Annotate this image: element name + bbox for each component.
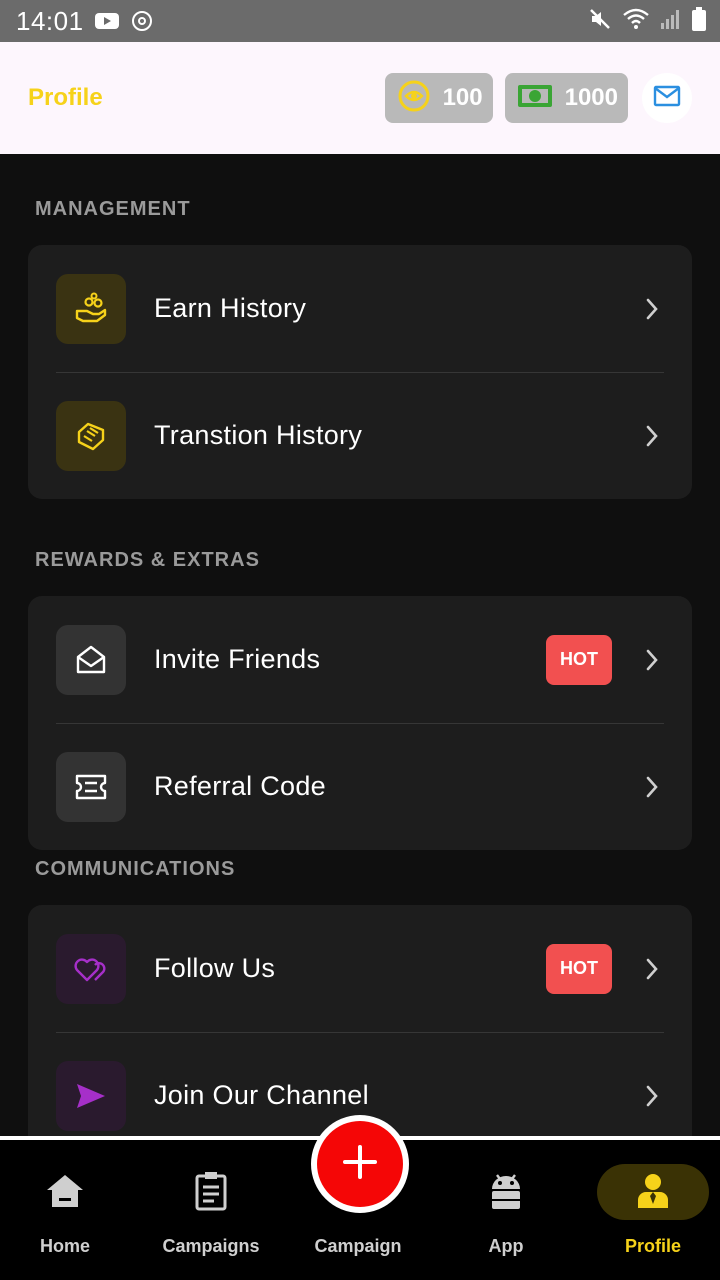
coins-chip[interactable]: 100 — [384, 73, 493, 123]
menu-item-label: Earn History — [154, 293, 307, 323]
nav-label: App — [488, 1236, 524, 1256]
page-title: Profile — [28, 84, 103, 111]
nav-profile[interactable]: Profile — [588, 1140, 718, 1280]
cash-chip[interactable]: 1000 — [504, 73, 628, 123]
nav-label: Campaigns — [162, 1236, 260, 1256]
sync-icon — [130, 9, 154, 33]
menu-item-label: Join Our Channel — [154, 1080, 369, 1110]
menu-item-referral-code[interactable]: Referral Code — [28, 723, 692, 850]
hot-badge: HOT — [546, 634, 612, 685]
coins-value: 100 — [442, 84, 483, 111]
section-title-communications: COMMUNICATIONS — [35, 858, 236, 880]
clipboard-icon — [194, 1168, 228, 1214]
plus-icon — [342, 1144, 378, 1185]
menu-item-transaction-history[interactable]: Transtion History — [28, 372, 692, 499]
menu-item-label: Invite Friends — [154, 644, 321, 674]
mail-icon — [653, 85, 681, 112]
ticket-icon — [56, 751, 126, 822]
cash-value: 1000 — [564, 84, 618, 111]
hearts-icon — [56, 933, 126, 1004]
menu-item-follow-us[interactable]: Follow Us HOT — [28, 905, 692, 1032]
hot-badge: HOT — [546, 943, 612, 994]
home-icon — [45, 1168, 85, 1214]
menu-item-earn-history[interactable]: Earn History — [28, 245, 692, 372]
chevron-right-icon — [640, 775, 664, 799]
nav-app[interactable]: App — [441, 1140, 571, 1280]
coin-icon — [397, 79, 431, 118]
menu-item-label: Referral Code — [154, 771, 326, 801]
youtube-icon — [94, 11, 120, 31]
mute-icon — [588, 7, 612, 36]
person-icon — [636, 1168, 670, 1214]
menu-item-invite-friends[interactable]: Invite Friends HOT — [28, 596, 692, 723]
nav-label: Campaign — [314, 1236, 402, 1256]
hand-coins-icon — [56, 273, 126, 344]
envelope-open-icon — [56, 624, 126, 695]
section-title-rewards: REWARDS & EXTRAS — [35, 549, 260, 571]
nav-home[interactable]: Home — [0, 1140, 130, 1280]
battery-icon — [692, 6, 706, 36]
nav-label: Profile — [624, 1236, 681, 1256]
mail-button[interactable] — [642, 73, 692, 123]
rewards-card: Invite Friends HOT Referral Code — [28, 596, 692, 850]
chevron-right-icon — [640, 648, 664, 672]
handshake-icon — [56, 400, 126, 471]
nav-campaigns[interactable]: Campaigns — [146, 1140, 276, 1280]
status-bar: 14:01 — [0, 0, 720, 42]
cash-icon — [517, 82, 553, 115]
status-time: 14:01 — [16, 5, 84, 36]
chevron-right-icon — [640, 1084, 664, 1108]
chevron-right-icon — [640, 297, 664, 321]
chevron-right-icon — [640, 424, 664, 448]
wifi-icon — [622, 7, 650, 36]
menu-item-label: Follow Us — [154, 953, 276, 983]
section-title-management: MANAGEMENT — [35, 198, 191, 220]
chevron-right-icon — [640, 957, 664, 981]
signal-icon — [660, 8, 682, 35]
send-icon — [56, 1060, 126, 1131]
add-campaign-button[interactable] — [311, 1115, 409, 1213]
android-icon — [488, 1168, 524, 1214]
nav-label: Home — [39, 1236, 90, 1256]
management-card: Earn History Transtion History — [28, 245, 692, 499]
menu-item-label: Transtion History — [154, 420, 363, 450]
app-bar: Profile 100 1000 — [0, 42, 720, 154]
